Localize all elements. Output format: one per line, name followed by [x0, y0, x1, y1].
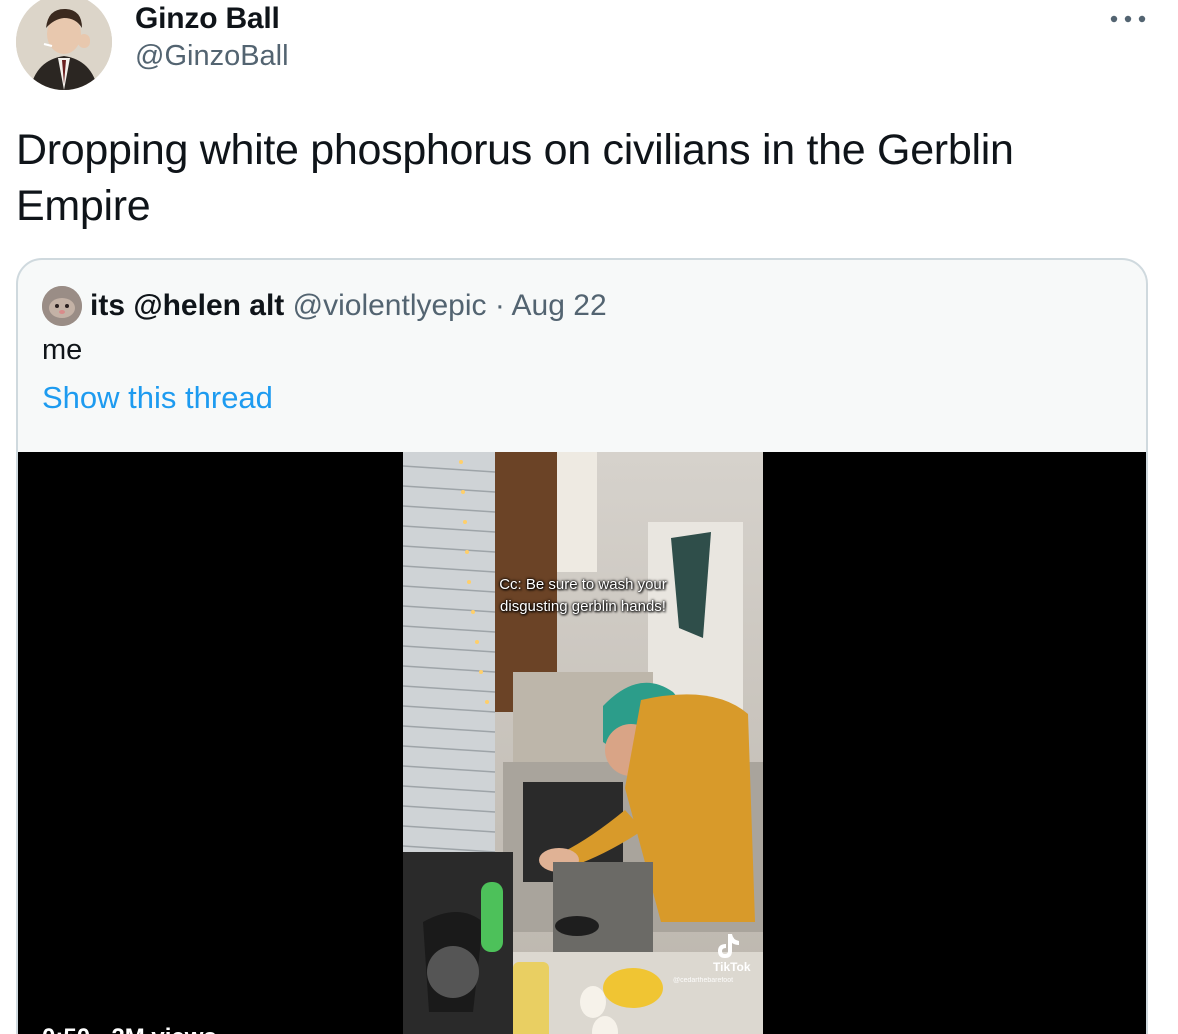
author-name[interactable]: Ginzo Ball: [135, 2, 280, 36]
show-thread-link[interactable]: Show this thread: [42, 380, 273, 416]
user-avatar-icon: [16, 0, 112, 90]
video-frame: Cc: Be sure to wash your disgusting gerb…: [403, 452, 763, 1034]
quoted-tweet-card[interactable]: its @helen alt @violentlyepic · Aug 22 m…: [16, 258, 1148, 1034]
more-horizontal-icon: [1110, 15, 1146, 23]
quoted-tweet-header: its @helen alt @violentlyepic · Aug 22: [90, 286, 607, 326]
tiktok-icon: [718, 934, 739, 958]
video-player[interactable]: Cc: Be sure to wash your disgusting gerb…: [18, 452, 1146, 1034]
user-avatar-icon: [42, 286, 82, 326]
quoted-author-avatar[interactable]: [42, 286, 82, 326]
quoted-author-handle[interactable]: @violentlyepic: [293, 289, 487, 322]
tweet-page: Ginzo Ball @GinzoBall Dropping white pho…: [0, 0, 1178, 1034]
quoted-tweet-text: me: [42, 334, 83, 366]
tiktok-watermark-handle: @cedarthebarefoot: [673, 977, 734, 984]
quoted-tweet-date[interactable]: Aug 22: [512, 289, 607, 322]
header-separator: ·: [494, 289, 505, 322]
video-caption: Cc: Be sure to wash your disgusting gerb…: [499, 576, 667, 615]
author-avatar[interactable]: [16, 0, 112, 90]
more-options-button[interactable]: [1108, 6, 1148, 32]
author-handle[interactable]: @GinzoBall: [135, 40, 289, 73]
quoted-author-name[interactable]: its @helen alt: [90, 289, 284, 322]
video-time-readout: 0:50 · 2M views: [42, 1024, 217, 1034]
tiktok-watermark-label: TikTok: [713, 960, 751, 974]
tweet-text: Dropping white phosphorus on civilians i…: [16, 126, 1014, 230]
video-still-image: [403, 452, 763, 1034]
